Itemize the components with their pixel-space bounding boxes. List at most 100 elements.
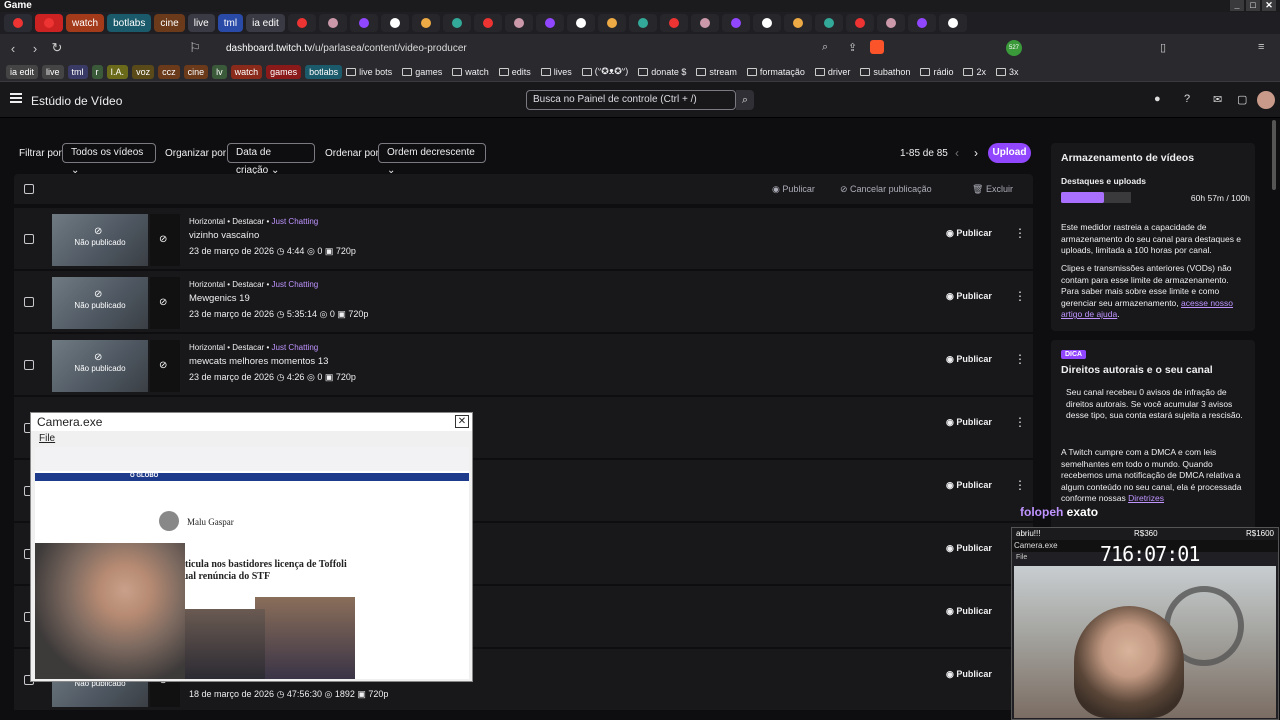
bookmark-folder[interactable]: 3x <box>995 67 1019 77</box>
publish-button[interactable]: ◉ Publicar <box>946 228 992 239</box>
bookmark-folder[interactable]: (ᐡ✪ᴥ✪ᐡ) <box>581 66 628 77</box>
more-options-icon[interactable]: ⋮ <box>1014 226 1026 240</box>
menu-icon[interactable]: ≡ <box>1258 41 1264 53</box>
browser-tab[interactable] <box>473 14 502 32</box>
filter-dropdown[interactable]: Todos os vídeos ⌄ <box>62 143 156 176</box>
minimize-button[interactable]: _ <box>1230 0 1244 11</box>
row-checkbox[interactable] <box>24 234 34 244</box>
bulk-unpublish-button[interactable]: ⊘ Cancelar publicação <box>840 184 932 195</box>
video-title[interactable]: mewcats melhores momentos 13 <box>189 356 328 367</box>
video-thumbnail[interactable]: ⊘Não publicado <box>52 214 148 266</box>
tip-guidelines-link[interactable]: Diretrizes <box>1128 493 1164 503</box>
video-category[interactable]: Just Chatting <box>272 217 319 226</box>
browser-tab[interactable] <box>597 14 626 32</box>
browser-tab[interactable]: watch <box>66 14 105 32</box>
prev-page-icon[interactable]: ‹ <box>955 146 959 160</box>
bookmark-folder[interactable]: formatação <box>746 67 805 77</box>
bookmark-chip[interactable]: I.A. <box>106 64 129 79</box>
webcam-window[interactable]: abriu!!! R$360 R$1600 Camera.exe File 71… <box>1011 527 1279 720</box>
browser-tab[interactable] <box>876 14 905 32</box>
bookmark-chip[interactable]: games <box>266 64 302 79</box>
browser-tab[interactable] <box>907 14 936 32</box>
browser-tab[interactable]: tml <box>217 14 244 32</box>
bookmark-icon[interactable]: ⚐ <box>186 39 204 57</box>
bookmark-folder[interactable]: rádio <box>920 67 953 77</box>
browser-tab[interactable]: live <box>187 14 215 32</box>
video-thumbnail[interactable]: ⊘Não publicado <box>52 277 148 329</box>
video-title[interactable]: Mewgenics 19 <box>189 293 250 304</box>
browser-tab[interactable] <box>349 14 378 32</box>
publish-button[interactable]: ◉ Publicar <box>946 354 992 365</box>
bookmark-folder[interactable]: driver <box>814 67 850 77</box>
page-scrollbar[interactable] <box>1272 120 1276 190</box>
browser-tab[interactable] <box>287 14 316 32</box>
browser-tab[interactable] <box>814 14 843 32</box>
browser-tab[interactable] <box>845 14 874 32</box>
order-dropdown[interactable]: Ordem decrescente ⌄ <box>378 143 486 176</box>
browser-tab[interactable] <box>535 14 564 32</box>
inbox-icon[interactable]: ✉ <box>1213 93 1222 106</box>
bookmark-chip[interactable]: ccz <box>158 64 180 79</box>
video-category[interactable]: Just Chatting <box>272 343 319 352</box>
bookmark-chip[interactable]: ia edit <box>6 64 39 79</box>
browser-tab[interactable] <box>628 14 657 32</box>
avatar[interactable] <box>1257 91 1275 109</box>
publish-button[interactable]: ◉ Publicar <box>946 291 992 302</box>
publish-button[interactable]: ◉ Publicar <box>946 417 992 428</box>
browser-tab[interactable] <box>566 14 595 32</box>
row-checkbox[interactable] <box>24 297 34 307</box>
browser-tab[interactable] <box>783 14 812 32</box>
browser-tab[interactable] <box>442 14 471 32</box>
bookmark-folder[interactable]: subathon <box>860 67 910 77</box>
bookmark-folder[interactable]: edits <box>498 67 531 77</box>
browser-tab[interactable] <box>318 14 347 32</box>
back-icon[interactable]: ‹ <box>4 39 22 57</box>
browser-tab[interactable] <box>4 14 32 32</box>
maximize-button[interactable]: □ <box>1246 0 1260 11</box>
bookmark-chip[interactable]: r <box>91 64 103 79</box>
browser-tab[interactable] <box>659 14 688 32</box>
browser-tab[interactable] <box>938 14 967 32</box>
more-options-icon[interactable]: ⋮ <box>1014 478 1026 492</box>
bookmark-folder[interactable]: live bots <box>346 67 392 77</box>
close-icon[interactable]: ✕ <box>455 415 469 428</box>
sidebar-icon[interactable]: ▯ <box>1160 41 1166 54</box>
close-window-button[interactable]: ✕ <box>1262 0 1276 11</box>
video-category[interactable]: Just Chatting <box>272 280 319 289</box>
whispers-icon[interactable]: ▢ <box>1237 93 1247 106</box>
publish-button[interactable]: ◉ Publicar <box>946 543 992 554</box>
bookmark-folder[interactable]: watch <box>452 67 489 77</box>
bookmark-folder[interactable]: donate $ <box>638 67 686 77</box>
browser-tab[interactable]: botlabs <box>107 14 152 32</box>
browser-tab[interactable] <box>690 14 719 32</box>
help-icon[interactable]: ? <box>1184 93 1190 105</box>
video-title[interactable]: vizinho vascaíno <box>189 230 259 241</box>
browser-tab[interactable]: ia edit <box>246 14 285 32</box>
upload-button[interactable]: Upload <box>988 143 1031 163</box>
file-menu[interactable]: File <box>39 433 55 444</box>
more-options-icon[interactable]: ⋮ <box>1014 415 1026 429</box>
browser-tab[interactable] <box>752 14 781 32</box>
search-input[interactable]: Busca no Painel de controle (Ctrl + /) <box>526 90 736 110</box>
hamburger-menu-icon[interactable] <box>10 93 22 103</box>
brave-shield-icon[interactable] <box>870 40 884 54</box>
zoom-icon[interactable]: ⌕ <box>822 41 828 54</box>
notifications-icon[interactable]: ● <box>1154 93 1161 105</box>
bookmark-folder[interactable]: stream <box>696 67 737 77</box>
browser-tab[interactable] <box>411 14 440 32</box>
url-field[interactable]: dashboard.twitch.tv/u/parlasea/content/v… <box>226 43 467 54</box>
bookmark-chip[interactable]: watch <box>230 64 263 79</box>
reload-icon[interactable]: ↻ <box>48 39 66 57</box>
bookmark-folder[interactable]: games <box>402 67 442 77</box>
search-icon[interactable]: ⌕ <box>736 90 754 110</box>
browser-tab[interactable]: cine <box>154 14 185 32</box>
more-options-icon[interactable]: ⋮ <box>1014 352 1026 366</box>
publish-button[interactable]: ◉ Publicar <box>946 480 992 491</box>
select-all-checkbox[interactable] <box>24 184 34 194</box>
bookmark-chip[interactable]: botlabs <box>305 64 343 79</box>
bookmark-folder[interactable]: lives <box>540 67 572 77</box>
publish-button[interactable]: ◉ Publicar <box>946 606 992 617</box>
next-page-icon[interactable]: › <box>974 146 978 160</box>
bookmark-chip[interactable]: cine <box>183 64 209 79</box>
camera-window[interactable]: Camera.exe ✕ File O GLOBO Malu Gaspar Lu… <box>30 412 473 682</box>
